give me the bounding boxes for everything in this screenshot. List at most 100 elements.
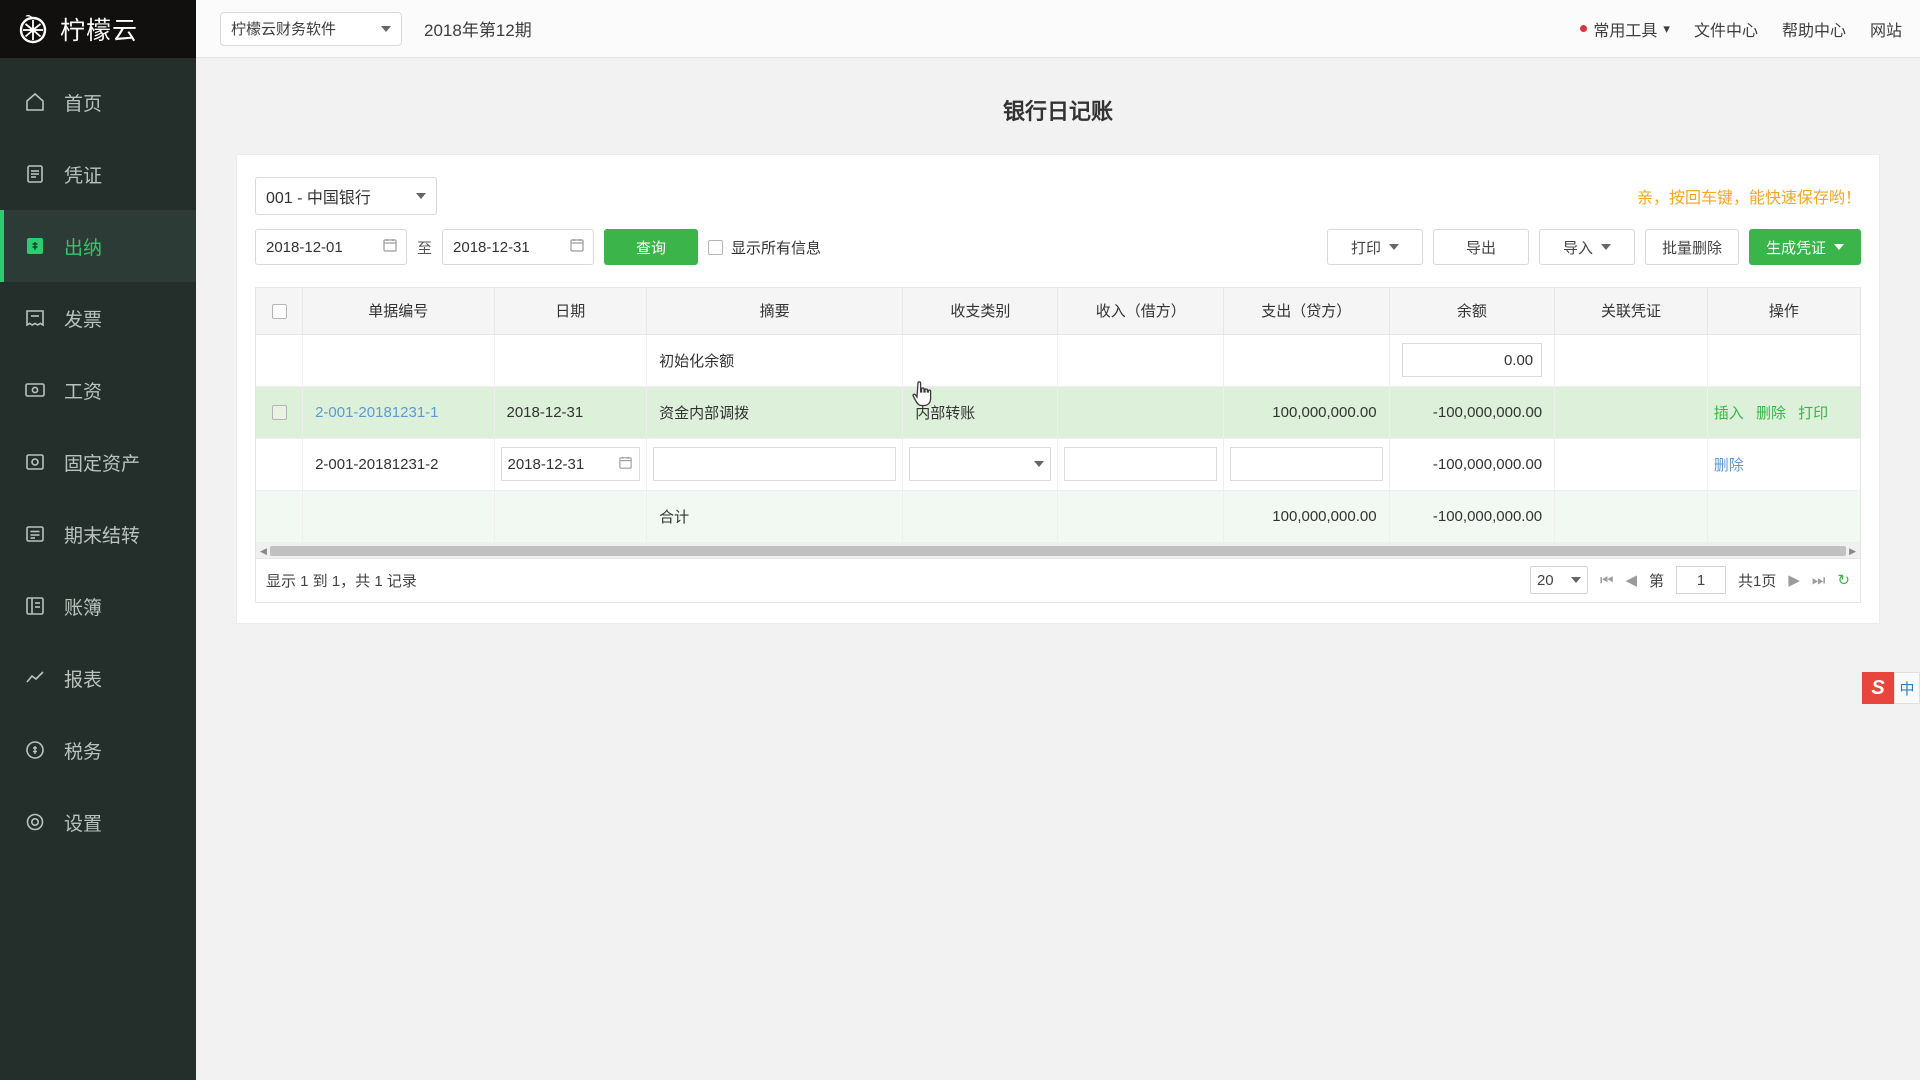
row-expense-input[interactable] [1230,447,1383,481]
page-number-value: 1 [1696,571,1706,589]
cell-doc-no[interactable]: 2-001-20181231-1 [302,386,495,439]
ime-mode-label[interactable]: 中 [1894,672,1920,704]
row-income-input[interactable] [1064,447,1218,481]
import-button[interactable]: 导入 [1538,229,1635,265]
page-number-input[interactable]: 1 [1676,566,1727,594]
scroll-right-arrow-icon[interactable]: ▶ [1849,546,1856,557]
row-checkbox-cell[interactable] [256,386,304,439]
cell-expense[interactable] [1223,438,1390,491]
tax-icon [22,737,48,763]
row-date-input[interactable]: 2018-12-31 [500,447,641,481]
checkbox-icon[interactable] [708,239,724,255]
website-label: 网站 [1869,22,1902,40]
page-size-select[interactable]: 20 [1529,566,1588,594]
cell-doc-no [302,334,495,387]
checkbox-icon[interactable] [271,405,287,421]
chevron-down-icon [1034,461,1045,467]
table-row[interactable]: 2-001-20181231-2 2018-12-31 -100,000,000… [256,438,1860,491]
cell-category[interactable] [902,438,1059,491]
batch-delete-button[interactable]: 批量删除 [1644,229,1739,265]
calendar-icon[interactable] [569,237,585,257]
sidebar-item-fixed-asset[interactable]: 固定资产 [0,426,196,498]
row-category-select[interactable] [909,447,1052,481]
common-tools-menu[interactable]: 常用工具 ▾ [1580,17,1670,41]
cell-balance: -100,000,000.00 [1389,490,1556,543]
show-all-checkbox[interactable]: 显示所有信息 [708,237,821,258]
date-from-input[interactable]: 2018-12-01 [255,229,407,265]
calendar-icon[interactable] [618,455,633,474]
cell-income [1057,386,1225,439]
table-row[interactable]: 初始化余额 0.00 [256,334,1860,387]
sidebar-item-salary[interactable]: 工资 [0,354,196,426]
topbar: 柠檬云财务软件 2018年第12期 常用工具 ▾ 文件中心 帮助中心 网站 [196,0,1920,58]
sidebar-item-voucher[interactable]: 凭证 [0,138,196,210]
sidebar-item-carryover[interactable]: 期末结转 [0,498,196,570]
export-button[interactable]: 导出 [1432,229,1529,265]
cell-income[interactable] [1057,438,1225,491]
cell-income [1057,334,1225,387]
insert-row-link[interactable]: 插入 [1714,405,1744,422]
sidebar-item-ledger[interactable]: 账簿 [0,570,196,642]
lemon-logo-icon [16,12,50,46]
table-row[interactable]: 2-001-20181231-1 2018-12-31 资金内部调拨 内部转账 … [256,386,1860,439]
sidebar-item-report[interactable]: 报表 [0,642,196,714]
sidebar-item-home[interactable]: 首页 [0,66,196,138]
scroll-left-arrow-icon[interactable]: ◀ [260,546,267,557]
opening-balance-value: 0.00 [1503,351,1534,369]
cell-voucher [1554,438,1708,491]
print-row-link[interactable]: 打印 [1798,405,1828,422]
website-link[interactable]: 网站 [1870,17,1902,41]
scrollbar-thumb[interactable] [270,545,1846,556]
cell-expense: 100,000,000.00 [1223,490,1390,543]
delete-row-link[interactable]: 删除 [1756,405,1786,422]
app-root: 柠檬云 首页 凭证 出纳 发票 工资 固定资产 期末结转 账簿 报表 税务 设置… [0,0,1920,1080]
print-button[interactable]: 打印 [1326,229,1423,265]
cell-expense: 100,000,000.00 [1223,386,1390,439]
chevron-down-icon [1600,244,1611,250]
generate-voucher-button[interactable]: 生成凭证 [1748,229,1861,265]
help-center-label: 帮助中心 [1781,22,1846,40]
cell-voucher [1554,334,1708,387]
cell-abstract[interactable] [646,438,904,491]
row-checkbox-cell [256,334,304,387]
page-title: 银行日记账 [1002,99,1113,124]
column-balance: 余额 [1389,288,1556,335]
next-page-button[interactable]: ▶ [1788,571,1800,589]
sidebar-item-label: 工资 [64,381,103,403]
help-center-link[interactable]: 帮助中心 [1782,17,1846,41]
sidebar-item-cashier[interactable]: 出纳 [0,210,196,282]
calendar-icon[interactable] [382,237,398,257]
sidebar-item-label: 固定资产 [64,453,141,475]
opening-balance-input[interactable]: 0.00 [1401,343,1543,377]
delete-row-link[interactable]: 删除 [1714,457,1744,474]
sidebar-item-invoice[interactable]: 发票 [0,282,196,354]
row-abstract-input[interactable] [653,447,897,481]
sidebar-item-tax[interactable]: 税务 [0,714,196,786]
print-button-label: 打印 [1350,239,1381,257]
cell-date[interactable]: 2018-12-31 [494,438,648,491]
bank-account-select[interactable]: 001 - 中国银行 [255,177,437,215]
prev-page-button[interactable]: ◀ [1625,571,1637,589]
date-to-input[interactable]: 2018-12-31 [442,229,595,265]
cell-voucher [1554,386,1708,439]
doc-no-link[interactable]: 2-001-20181231-1 [315,404,438,421]
column-category: 收支类别 [902,288,1059,335]
refresh-button[interactable]: ↻ [1837,571,1850,589]
home-icon [22,89,48,115]
last-page-button[interactable]: ⏭ [1812,572,1826,589]
page-total-label: 共1页 [1738,572,1777,590]
sidebar-item-settings[interactable]: 设置 [0,786,196,858]
logo[interactable]: 柠檬云 [0,0,196,58]
company-select[interactable]: 柠檬云财务软件 [220,11,402,46]
cell-balance[interactable]: 0.00 [1389,334,1556,387]
sidebar-item-label: 首页 [64,93,103,115]
checkbox-icon[interactable] [271,303,287,319]
horizontal-scrollbar[interactable]: ◀ ▶ [255,542,1861,559]
ime-indicator: S 中 [1862,672,1920,704]
file-center-link[interactable]: 文件中心 [1694,17,1758,41]
select-all-header[interactable] [256,288,304,335]
query-button[interactable]: 查询 [604,229,699,265]
cell-income [1057,490,1225,543]
first-page-button[interactable]: ⏮ [1600,572,1614,589]
company-select-value: 柠檬云财务软件 [231,21,337,38]
